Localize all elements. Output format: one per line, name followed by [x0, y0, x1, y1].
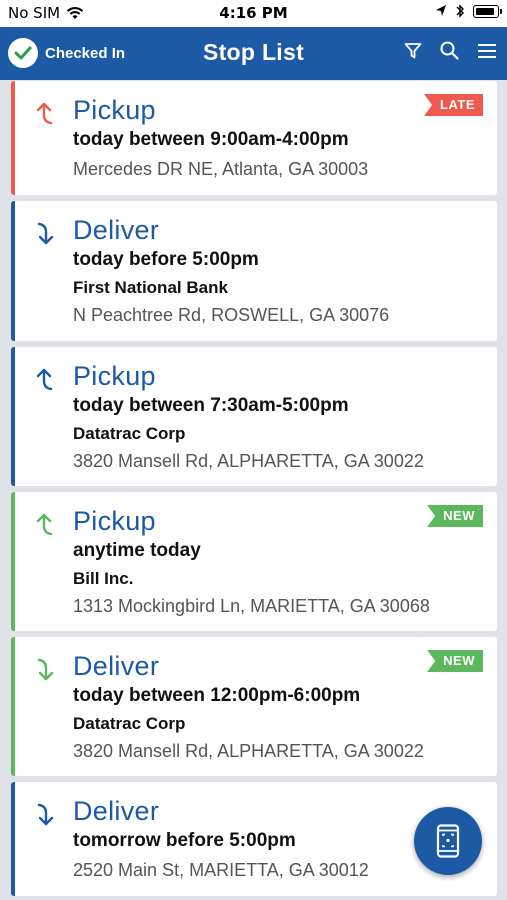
pickup-arrow-icon	[36, 102, 53, 125]
stop-address: Mercedes DR NE, Atlanta, GA 30003	[73, 159, 369, 179]
stop-type: Pickup	[73, 506, 156, 536]
scan-fab-button[interactable]	[414, 807, 482, 875]
deliver-arrow-icon	[37, 803, 54, 826]
status-bar: No SIM 4:16 PM	[0, 0, 507, 27]
stop-address: N Peachtree Rd, ROSWELL, GA 30076	[73, 305, 390, 325]
stop-type: Pickup	[73, 361, 156, 391]
nav-actions	[404, 41, 497, 60]
deliver-arrow-icon	[37, 658, 54, 681]
stop-company: Bill Inc.	[73, 569, 134, 588]
stop-time-window: tomorrow before 5:00pm	[73, 830, 296, 851]
stop-time-window: today before 5:00pm	[73, 249, 259, 270]
pickup-arrow-icon	[36, 368, 53, 391]
stop-time-window: today between 9:00am-4:00pm	[73, 129, 349, 150]
stop-address: 2520 Main St, MARIETTA, GA 30012	[73, 860, 369, 880]
stop-time-window: anytime today	[73, 540, 201, 561]
mobile-scan-icon	[436, 824, 460, 858]
bluetooth-icon	[456, 4, 464, 18]
filter-icon[interactable]	[404, 42, 422, 60]
search-icon[interactable]	[440, 41, 459, 60]
late-badge: LATE	[424, 94, 483, 116]
new-badge: NEW	[427, 505, 483, 527]
stop-type: Deliver	[73, 796, 160, 826]
deliver-arrow-icon	[37, 222, 54, 245]
stop-type: Deliver	[73, 215, 160, 245]
pickup-arrow-icon	[36, 513, 53, 536]
stop-time-window: today between 7:30am-5:00pm	[73, 395, 349, 416]
stop-card[interactable]: Pickup today between 9:00am-4:00pm Merce…	[11, 81, 497, 195]
stop-card[interactable]: Deliver today between 12:00pm-6:00pm Dat…	[11, 637, 497, 776]
menu-icon[interactable]	[477, 42, 497, 60]
stop-company: First National Bank	[73, 278, 228, 297]
stop-address: 1313 Mockingbird Ln, MARIETTA, GA 30068	[73, 596, 430, 616]
stop-type: Deliver	[73, 651, 160, 681]
stop-card[interactable]: Deliver today before 5:00pm First Nation…	[11, 201, 497, 341]
status-right	[435, 3, 502, 19]
new-badge: NEW	[427, 650, 483, 672]
stop-address: 3820 Mansell Rd, ALPHARETTA, GA 30022	[73, 741, 424, 761]
nav-bar: Checked In Stop List	[0, 27, 507, 80]
stop-card[interactable]: Pickup today between 7:30am-5:00pm Datat…	[11, 347, 497, 486]
stop-address: 3820 Mansell Rd, ALPHARETTA, GA 30022	[73, 451, 424, 471]
battery-icon	[473, 4, 502, 18]
stop-type: Pickup	[73, 95, 156, 125]
stop-time-window: today between 12:00pm-6:00pm	[73, 685, 361, 706]
status-time: 4:16 PM	[219, 4, 288, 22]
stop-company: Datatrac Corp	[73, 714, 186, 733]
location-arrow-icon	[436, 5, 446, 16]
stop-company: Datatrac Corp	[73, 424, 186, 443]
stop-card[interactable]: Pickup anytime today Bill Inc. 1313 Mock…	[11, 492, 497, 631]
stop-list: Pickup today between 9:00am-4:00pm Merce…	[11, 81, 497, 900]
